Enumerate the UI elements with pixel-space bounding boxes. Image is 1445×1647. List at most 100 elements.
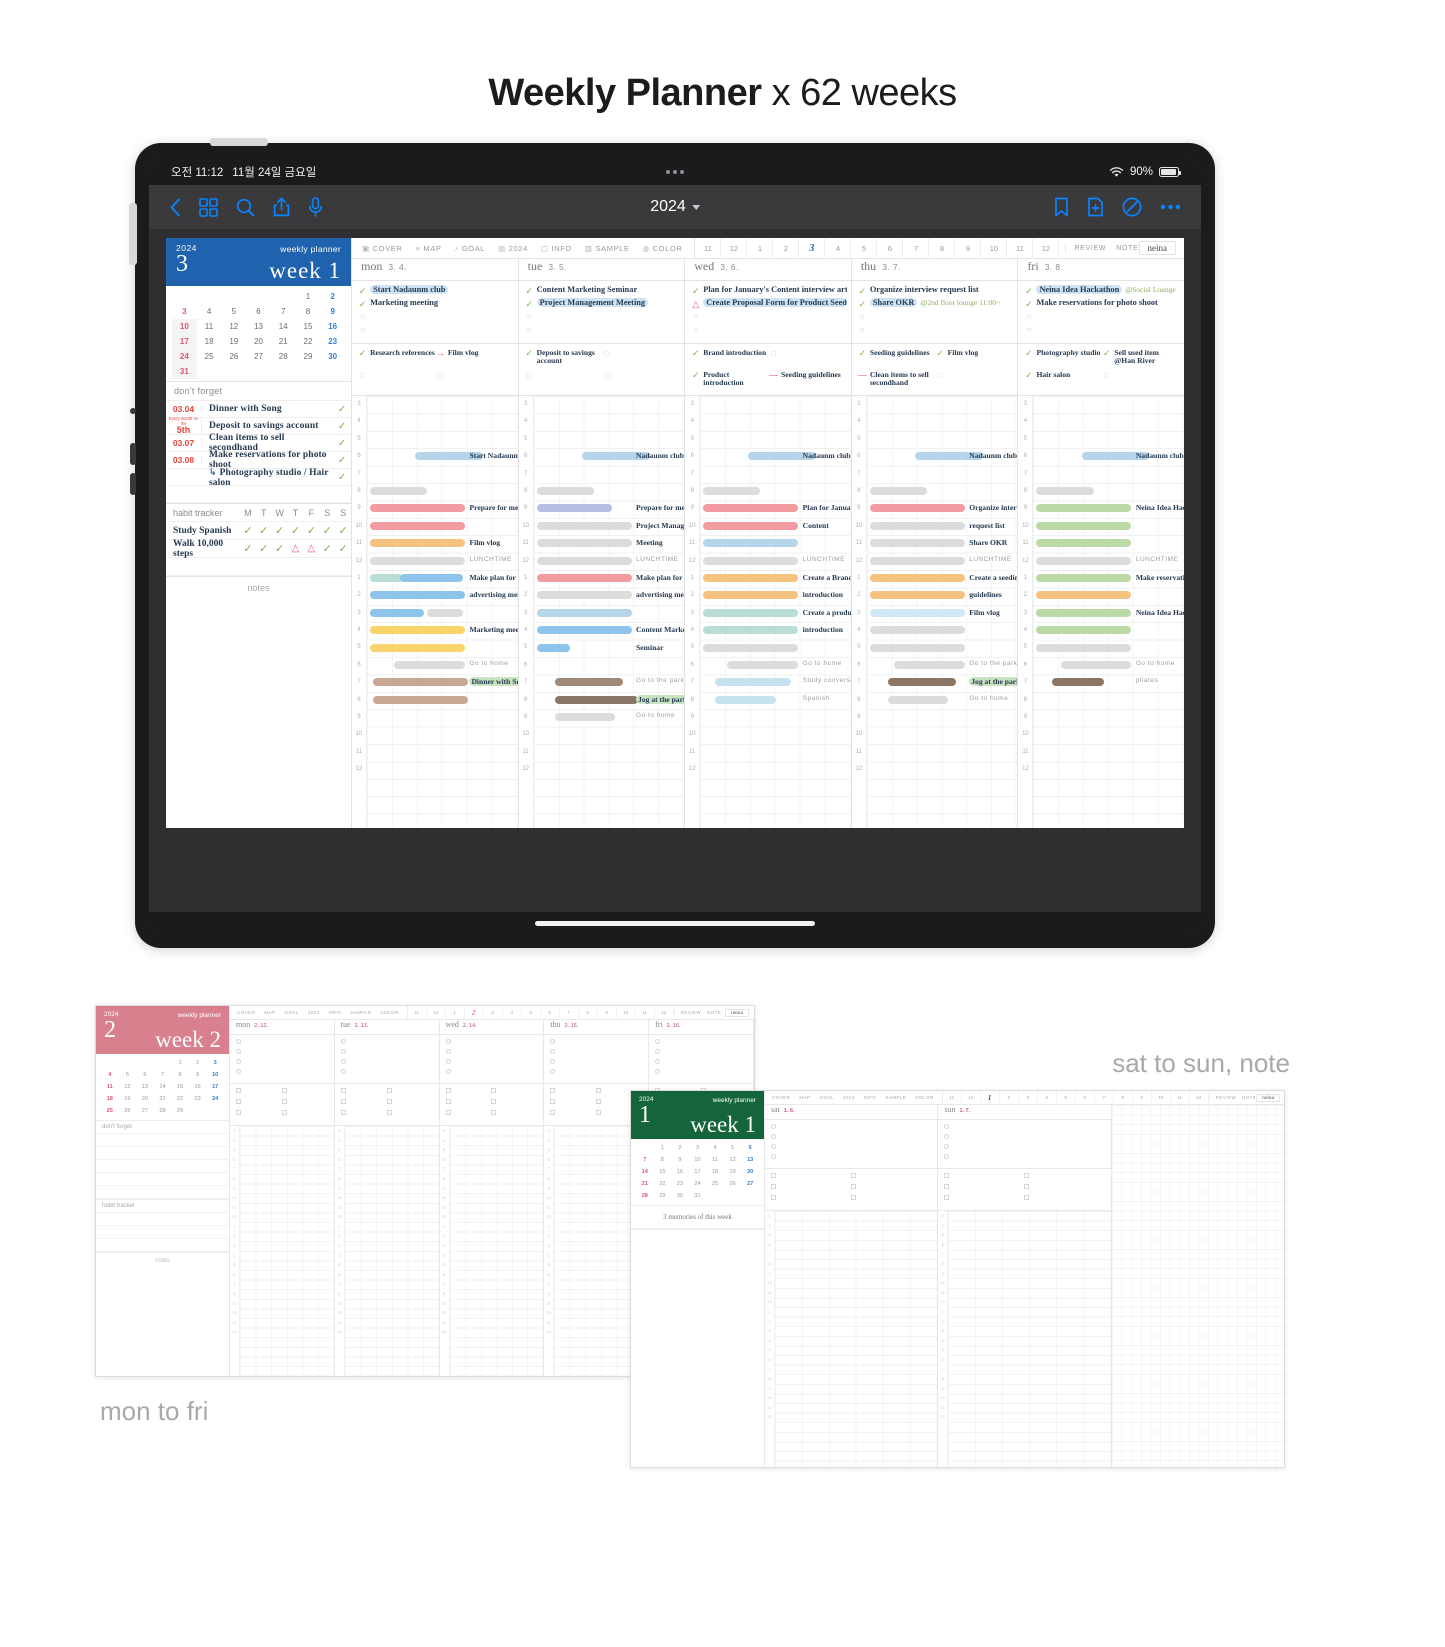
- planner-tab-goal[interactable]: ♪ GOAL: [454, 244, 485, 253]
- back-chevron-icon[interactable]: [169, 198, 181, 217]
- subtask-check-icon[interactable]: ✓: [1024, 370, 1033, 381]
- timeline-bar[interactable]: [727, 661, 799, 669]
- todo-item[interactable]: △ Create Proposal Form for Product Seedin…: [691, 298, 847, 311]
- minical-day[interactable]: 1: [296, 289, 321, 304]
- preview-sat-to-sun[interactable]: 2024 1 weekly planner week 1 1 2 3 4 5 6 7 8 9 10…: [630, 1090, 1285, 1468]
- todo-circle-icon[interactable]: ○: [858, 311, 867, 323]
- notes-area[interactable]: notes: [166, 576, 352, 828]
- todo-circle-icon[interactable]: ○: [691, 311, 700, 323]
- day-timeline[interactable]: 3 4 5 6 7 8 9 10 11 12 1 2 3 4 5 6 7 8 9 10 11 12 Nadaunm club…: [685, 396, 851, 828]
- day-subtask-list[interactable]: ✓ Deposit to savings account □ □ □: [518, 344, 685, 396]
- todo-item[interactable]: ✓ Content Marketing Seminar: [525, 285, 681, 298]
- todo-check-icon[interactable]: ✓: [858, 298, 867, 310]
- day-todo-list[interactable]: ✓ Organize interview request list ✓ Share O…: [851, 281, 1018, 344]
- todo-item[interactable]: ✓ Neina Idea Hackathon @Social Lounge: [1024, 285, 1180, 298]
- subtask-item[interactable]: □: [936, 370, 1014, 386]
- month-tab-12-13[interactable]: 12: [1033, 237, 1060, 259]
- todo-check-icon[interactable]: ✓: [358, 285, 367, 297]
- todo-item[interactable]: ○: [358, 311, 514, 324]
- planner-tab-2024[interactable]: ▤ 2024: [498, 244, 528, 253]
- timeline-bar[interactable]: [715, 695, 776, 704]
- timeline-bar[interactable]: [427, 608, 464, 617]
- timeline-bar[interactable]: [536, 539, 632, 548]
- more-ellipsis-icon[interactable]: [1160, 204, 1181, 210]
- timeline-grid[interactable]: Nadaunm club day3 Plan for January's Conte…: [700, 396, 851, 828]
- todo-item[interactable]: ✓ Share OKR @2nd floor lounge 11:00~: [858, 298, 1014, 311]
- todo-circle-icon[interactable]: ○: [691, 324, 700, 336]
- todo-circle-icon[interactable]: ○: [358, 311, 367, 323]
- timeline-bar[interactable]: [1036, 504, 1132, 513]
- timeline-bar[interactable]: [536, 626, 632, 635]
- mini-calendar[interactable]: 1 2 3 4 5 6 7 8 9 10 11 12 13 14 15 16 17 18 19 20 21 22 23 24 2…: [166, 286, 351, 381]
- timeline-bar[interactable]: [536, 504, 612, 513]
- minical-day[interactable]: 19: [221, 334, 246, 349]
- habit-check-icon[interactable]: ✓: [319, 524, 335, 537]
- habit-empty-row[interactable]: [166, 558, 352, 576]
- timeline-bar[interactable]: [1036, 591, 1132, 600]
- pen-edit-icon[interactable]: [1122, 197, 1142, 217]
- timeline-bar[interactable]: [887, 695, 949, 704]
- timeline-bar[interactable]: [869, 626, 965, 635]
- subtask-check-icon[interactable]: ✓: [525, 348, 534, 359]
- subtask-item[interactable]: ✓ Sell used item @Han River: [1102, 348, 1180, 365]
- day-todo-list[interactable]: ✓ Content Marketing Seminar ✓ Project Manag…: [518, 281, 685, 344]
- subtask-item[interactable]: ✓ Seeding guidelines: [858, 348, 936, 364]
- timeline-bar[interactable]: [1036, 626, 1132, 635]
- dont-forget-row[interactable]: ↳ Photography studio / Hair salon ✓: [166, 467, 352, 488]
- document-canvas[interactable]: 2024 3 weekly planner week 1 1 2 3 4 5 6 7 8 9 10…: [149, 229, 1201, 912]
- todo-item[interactable]: ○: [858, 311, 1014, 324]
- timeline-bar[interactable]: [703, 556, 799, 565]
- timeline-bar[interactable]: [869, 539, 965, 548]
- timeline-bar[interactable]: [536, 608, 632, 617]
- subtask-checkbox-icon[interactable]: □: [358, 370, 367, 381]
- month-tab-6-7[interactable]: 6: [877, 237, 904, 259]
- minical-day[interactable]: 7: [271, 304, 296, 319]
- month-tab-9-10[interactable]: 9: [955, 237, 982, 259]
- timeline-bar[interactable]: [1036, 643, 1132, 652]
- todo-circle-icon[interactable]: ○: [858, 324, 867, 336]
- todo-circle-icon[interactable]: ○: [525, 324, 534, 336]
- check-icon[interactable]: ✓: [333, 455, 351, 466]
- minical-day[interactable]: 4: [197, 304, 222, 319]
- timeline-bar[interactable]: [1036, 556, 1132, 565]
- minical-day[interactable]: 14: [271, 319, 296, 334]
- habit-check-icon[interactable]: ✓: [240, 542, 256, 555]
- minical-day[interactable]: [271, 289, 296, 304]
- todo-circle-icon[interactable]: ○: [1024, 311, 1033, 323]
- timeline-bar[interactable]: [869, 608, 965, 617]
- habit-check-icon[interactable]: ✓: [319, 542, 335, 555]
- minical-day[interactable]: 31: [172, 364, 197, 379]
- habit-check-icon[interactable]: ✓: [272, 524, 288, 537]
- day-todo-list[interactable]: ✓ Plan for January's Content interview ar…: [685, 281, 851, 344]
- minical-day[interactable]: 20: [246, 334, 271, 349]
- minical-day[interactable]: [246, 289, 271, 304]
- subtask-item[interactable]: □: [602, 348, 680, 364]
- subtask-check-icon[interactable]: ✓: [936, 348, 945, 359]
- timeline-bar[interactable]: [869, 643, 965, 652]
- todo-item[interactable]: ✓ Marketing meeting: [358, 298, 514, 311]
- todo-check-icon[interactable]: ✓: [1024, 285, 1033, 297]
- minical-day[interactable]: 30: [320, 349, 345, 364]
- subtask-item[interactable]: □: [525, 370, 603, 386]
- subtask-checkbox-icon[interactable]: □: [525, 370, 534, 381]
- day-timeline[interactable]: 3 4 5 6 7 8 9 10 11 12 1 2 3 4 5 6 7 8 9 10 11 12 Nadaunm club…: [852, 396, 1018, 828]
- timeline-bar[interactable]: [1036, 574, 1132, 582]
- habit-row[interactable]: Walk 10,000 steps ✓ ✓ ✓ △ △ ✓ ✓: [166, 539, 352, 559]
- planner-tab-note[interactable]: NOTE: [1116, 245, 1138, 252]
- minical-day[interactable]: [197, 289, 222, 304]
- timeline-bar[interactable]: [703, 626, 799, 635]
- todo-circle-icon[interactable]: ○: [358, 324, 367, 336]
- minical-day[interactable]: 10: [172, 319, 197, 334]
- habit-check-icon[interactable]: ✓: [288, 524, 304, 537]
- todo-item[interactable]: ○: [691, 311, 847, 324]
- minical-day[interactable]: [296, 364, 321, 379]
- month-tab-7-8[interactable]: 7: [903, 237, 930, 259]
- month-tab-1-2[interactable]: 1: [747, 237, 774, 259]
- minical-day[interactable]: [221, 364, 246, 379]
- habit-triangle-icon[interactable]: △: [288, 543, 304, 554]
- minical-day[interactable]: [246, 364, 271, 379]
- minical-day[interactable]: 11: [197, 319, 222, 334]
- habit-check-icon[interactable]: ✓: [335, 542, 351, 555]
- habit-check-icon[interactable]: ✓: [240, 524, 256, 537]
- subtask-arrow-icon[interactable]: →: [436, 348, 445, 359]
